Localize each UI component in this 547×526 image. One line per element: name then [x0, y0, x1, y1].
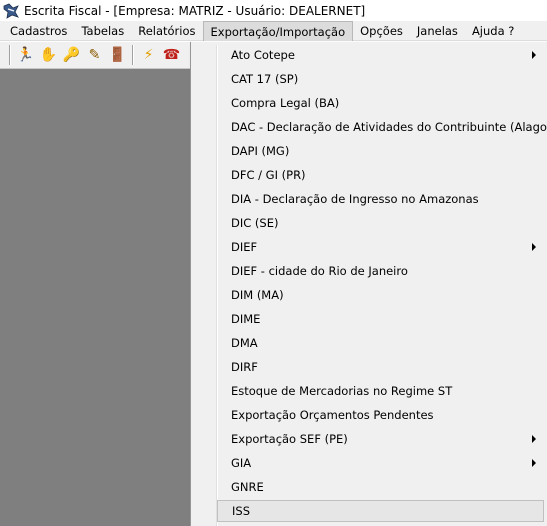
hand-icon[interactable]: ✋ [37, 44, 60, 66]
submenu-arrow-icon [532, 459, 536, 467]
menu-item-label: DIM (MA) [231, 288, 284, 302]
menu-item-dief[interactable]: DIEF [217, 236, 544, 258]
menu-item-dief-rio-de-janeiro[interactable]: DIEF - cidade do Rio de Janeiro [217, 260, 544, 282]
menu-item-dic-se[interactable]: DIC (SE) [217, 212, 544, 234]
menu-item-exportacao-orcamentos-pendentes[interactable]: Exportação Orçamentos Pendentes [217, 404, 544, 426]
menu-item-dirf[interactable]: DIRF [217, 356, 544, 378]
menu-item-label: DMA [231, 336, 258, 350]
menu-item-label: GNRE [231, 480, 264, 494]
menu-item-ato-cotepe[interactable]: Ato Cotepe [217, 44, 544, 66]
door-key-icon[interactable]: 🔑 [60, 44, 83, 66]
menu-item-gia[interactable]: GIA [217, 452, 544, 474]
pencil-edit-icon[interactable]: ✎ [83, 44, 106, 66]
menu-item-dma[interactable]: DMA [217, 332, 544, 354]
lightning-icon[interactable]: ⚡ [137, 44, 160, 66]
menu-item-dapi-mg[interactable]: DAPI (MG) [217, 140, 544, 162]
menu-item-dfc-gi-pr[interactable]: DFC / GI (PR) [217, 164, 544, 186]
menu-item-label: DFC / GI (PR) [231, 168, 306, 182]
submenu-arrow-icon [532, 435, 536, 443]
menu-relatorios[interactable]: Relatórios [131, 21, 202, 41]
submenu-arrow-icon [532, 51, 536, 59]
menu-opcoes[interactable]: Opções [353, 21, 410, 41]
menu-item-label: Estoque de Mercadorias no Regime ST [231, 384, 453, 398]
menu-item-dime[interactable]: DIME [217, 308, 544, 330]
door-exit-icon[interactable]: 🚪 [106, 44, 129, 66]
menu-ajuda[interactable]: Ajuda ? [465, 21, 521, 41]
menu-item-label: DAC - Declaração de Atividades do Contri… [231, 120, 547, 134]
menu-item-label: DIME [231, 312, 261, 326]
runner-exit-icon[interactable]: 🏃 [14, 44, 37, 66]
toolbar-separator [132, 45, 134, 65]
telephone-icon[interactable]: ☎ [160, 44, 183, 66]
menu-item-exportacao-sef-pe[interactable]: Exportação SEF (PE) [217, 428, 544, 450]
menu-item-dia-amazonas[interactable]: DIA - Declaração de Ingresso no Amazonas [217, 188, 544, 210]
menu-item-label: DAPI (MG) [231, 144, 290, 158]
menu-item-label: ISS [232, 504, 250, 518]
toolbar-separator [9, 45, 11, 65]
menu-cadastros[interactable]: Cadastros [3, 21, 74, 41]
menu-item-label: DIRF [231, 360, 258, 374]
title-bar: Escrita Fiscal - [Empresa: MATRIZ - Usuá… [0, 0, 547, 21]
menu-item-cat-17-sp[interactable]: CAT 17 (SP) [217, 68, 544, 90]
menu-item-gnre[interactable]: GNRE [217, 476, 544, 498]
menu-item-dac-alagoas[interactable]: DAC - Declaração de Atividades do Contri… [217, 116, 547, 138]
exportacao-importacao-dropdown: Ato Cotepe CAT 17 (SP) Compra Legal (BA)… [190, 42, 547, 526]
menu-item-iss[interactable]: ISS [217, 500, 544, 522]
menu-item-label: DIC (SE) [231, 216, 279, 230]
menu-item-label: DIEF [231, 240, 258, 254]
menu-item-label: Exportação SEF (PE) [231, 432, 348, 446]
submenu-arrow-icon [532, 243, 536, 251]
menu-item-label: Compra Legal (BA) [231, 96, 340, 110]
app-icon[interactable] [3, 3, 19, 19]
menu-tabelas[interactable]: Tabelas [74, 21, 131, 41]
menu-item-compra-legal-ba[interactable]: Compra Legal (BA) [217, 92, 544, 114]
menu-exportacao-importacao[interactable]: Exportação/Importação [202, 21, 354, 41]
menu-janelas[interactable]: Janelas [410, 21, 465, 41]
window-title: Escrita Fiscal - [Empresa: MATRIZ - Usuá… [24, 3, 366, 18]
menu-item-estoque-mercadorias-st[interactable]: Estoque de Mercadorias no Regime ST [217, 380, 544, 402]
menu-item-label: DIEF - cidade do Rio de Janeiro [231, 264, 408, 278]
menu-item-label: Exportação Orçamentos Pendentes [231, 408, 434, 422]
menu-item-label: Ato Cotepe [231, 48, 295, 62]
menu-item-label: DIA - Declaração de Ingresso no Amazonas [231, 192, 479, 206]
menu-item-label: GIA [231, 456, 252, 470]
menu-bar: Cadastros Tabelas Relatórios Exportação/… [0, 21, 547, 41]
menu-item-label: CAT 17 (SP) [231, 72, 299, 86]
menu-item-dim-ma[interactable]: DIM (MA) [217, 284, 544, 306]
